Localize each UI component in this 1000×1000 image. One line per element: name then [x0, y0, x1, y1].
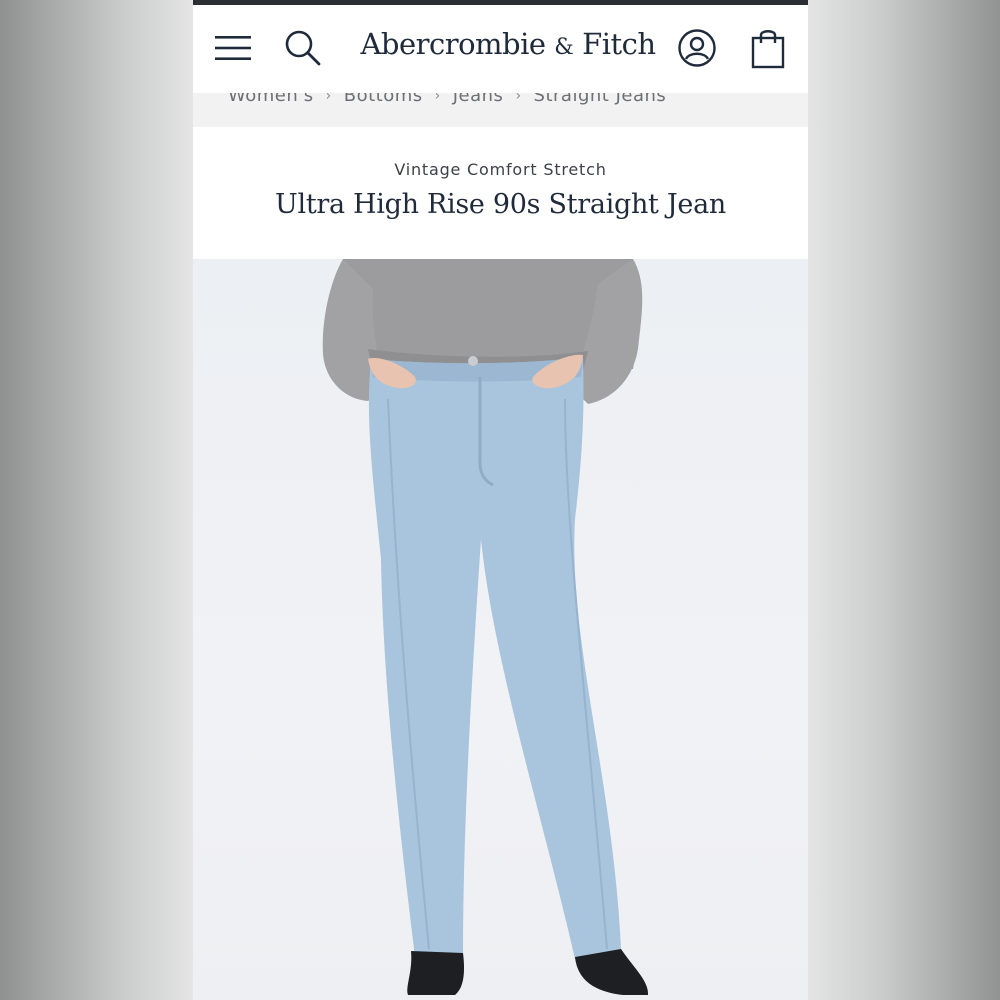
breadcrumb-jeans[interactable]: Jeans [453, 93, 504, 106]
brand-name-last: Fitch [582, 27, 656, 61]
menu-button[interactable] [209, 23, 257, 73]
search-icon [285, 30, 321, 66]
product-image[interactable] [193, 259, 808, 1000]
shopping-bag-button[interactable] [744, 23, 792, 73]
model-wearing-jeans-illustration [322, 259, 649, 995]
breadcrumb-bottoms[interactable]: Bottoms [344, 93, 423, 106]
chevron-right-icon: › [434, 93, 441, 104]
brand-logo[interactable]: Abercrombie & Fitch [343, 27, 673, 61]
search-button[interactable] [279, 23, 327, 73]
chevron-right-icon: › [325, 93, 332, 104]
product-collection: Vintage Comfort Stretch [394, 160, 607, 179]
product-header: Vintage Comfort Stretch Ultra High Rise … [193, 127, 808, 259]
chevron-right-icon: › [515, 93, 522, 104]
account-icon [678, 29, 716, 67]
breadcrumb-straight-jeans[interactable]: Straight Jeans [534, 93, 667, 106]
hamburger-menu-icon [215, 36, 251, 60]
shopping-bag-icon [751, 30, 785, 69]
product-title: Ultra High Rise 90s Straight Jean [275, 189, 726, 220]
breadcrumb: Women's › Bottoms › Jeans › Straight Jea… [193, 93, 808, 127]
brand-name-first: Abercrombie [360, 27, 546, 61]
top-navbar: Abercrombie & Fitch [193, 5, 808, 93]
account-button[interactable] [673, 23, 721, 73]
brand-ampersand: & [554, 35, 574, 60]
phone-screen: Abercrombie & Fitch Women's › Bottoms › … [193, 0, 808, 1000]
breadcrumb-womens[interactable]: Women's [228, 93, 314, 106]
